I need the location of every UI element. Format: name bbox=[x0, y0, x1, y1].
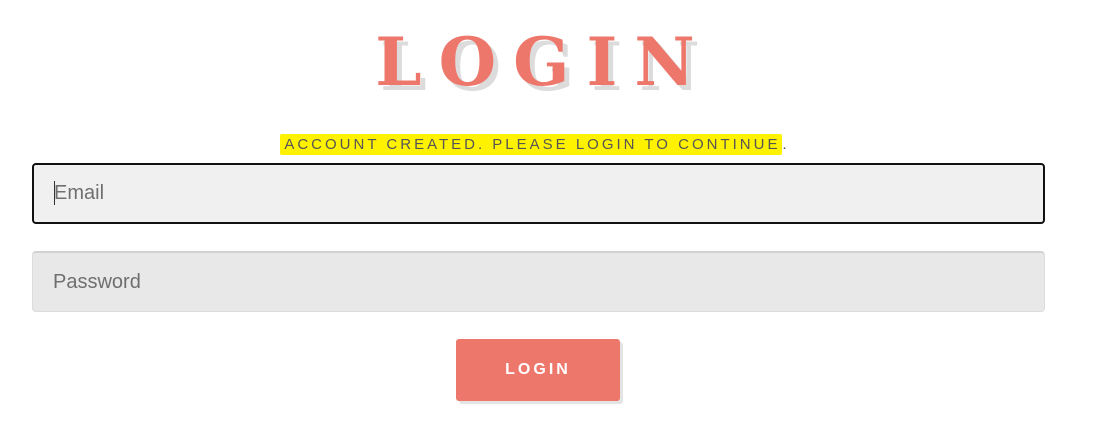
login-page: LOGIN ACCOUNT CREATED. PLEASE LOGIN TO C… bbox=[0, 0, 1116, 442]
password-input[interactable] bbox=[32, 251, 1045, 312]
status-message-text: ACCOUNT CREATED. PLEASE LOGIN TO CONTINU… bbox=[280, 134, 783, 155]
text-cursor bbox=[54, 181, 55, 205]
page-title: LOGIN bbox=[375, 23, 712, 101]
login-button[interactable]: LOGIN bbox=[456, 339, 620, 401]
email-input[interactable] bbox=[32, 163, 1045, 224]
status-message-suffix: . bbox=[782, 136, 790, 153]
status-message: ACCOUNT CREATED. PLEASE LOGIN TO CONTINU… bbox=[0, 134, 1070, 156]
